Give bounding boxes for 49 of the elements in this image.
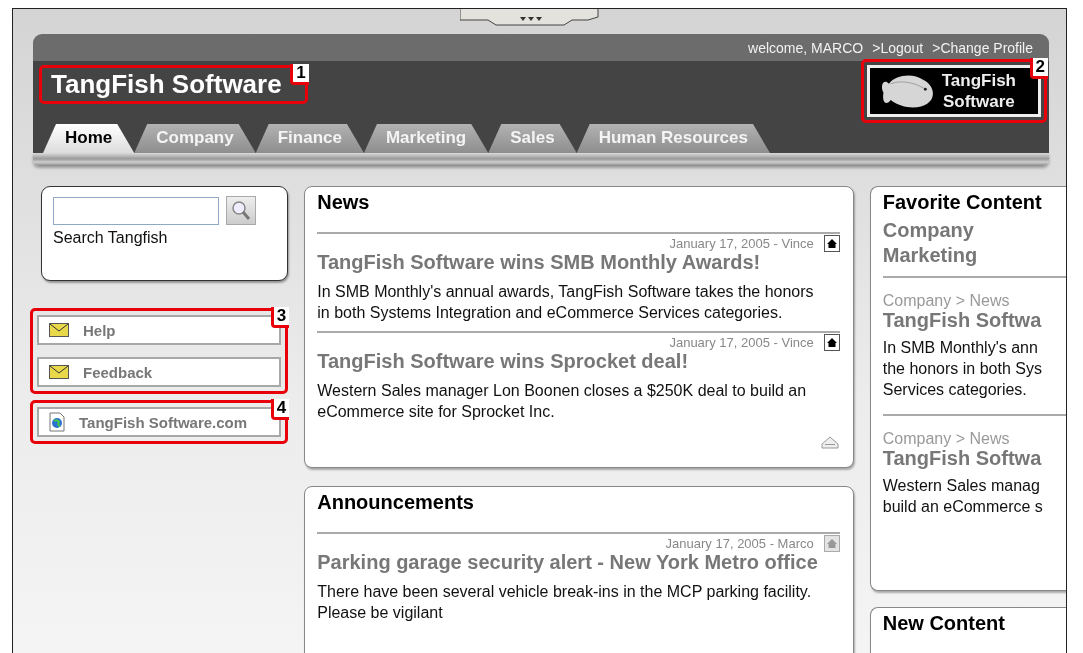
nav-tab[interactable]: Marketing	[363, 124, 489, 153]
panel-title: Announcements	[317, 491, 474, 514]
post-body: Western Sales manag build an eCommerce s	[882, 476, 1044, 517]
nav-tab[interactable]: Home	[43, 124, 135, 153]
post-headline[interactable]: TangFish Softwa	[882, 309, 1066, 332]
envelope-icon	[49, 365, 69, 379]
breadcrumb: Company > News	[882, 292, 1011, 310]
search-button[interactable]	[226, 196, 256, 225]
post-body: Western Sales manager Lon Boonen closes a $250K deal to build an eCommerce site for Sprocket Inc.	[317, 381, 808, 422]
post-meta: January 17, 2005 - Vince	[669, 335, 814, 350]
category-link[interactable]: Marketing	[882, 243, 1066, 268]
post-headline[interactable]: TangFish Softwa	[882, 447, 1066, 470]
post-meta: January 17, 2005 - Marco	[665, 536, 814, 551]
callout-number: 4	[270, 399, 290, 420]
nav-tab[interactable]: Sales	[488, 124, 577, 153]
collapse-handle[interactable]	[460, 9, 600, 27]
nav-tab[interactable]: Company	[134, 124, 256, 153]
home-icon[interactable]	[823, 235, 840, 252]
panel-title: New Content	[882, 612, 1005, 635]
post-meta: January 17, 2005 - Vince	[669, 236, 814, 251]
nav-tab[interactable]: Finance	[255, 124, 364, 153]
profile-link[interactable]: >Logout	[872, 39, 924, 56]
welcome-text: welcome, MARCO	[748, 39, 864, 56]
breadcrumb: Company > News	[882, 430, 1011, 448]
post-body: In SMB Monthly's annual awards, TangFish Software takes the honors in both Systems Integration and eCommerce Services categories.	[317, 282, 815, 323]
panel-title: News	[317, 191, 370, 214]
post-headline[interactable]: TangFish Software wins Sprocket deal!	[317, 350, 840, 373]
callout-number: 1	[290, 64, 309, 85]
search-field[interactable]	[53, 196, 219, 225]
back-to-top-icon[interactable]	[821, 436, 839, 449]
home-icon[interactable]	[823, 334, 840, 351]
category-link[interactable]: Company	[882, 218, 1066, 243]
web-page-icon	[49, 412, 65, 432]
post-headline[interactable]: TangFish Software wins SMB Monthly Awards!	[317, 251, 840, 274]
post-headline[interactable]: Parking garage security alert - New York Metro office	[317, 551, 840, 574]
callout-number: 3	[270, 307, 290, 328]
search-label: Search Tangfish	[53, 229, 168, 247]
callout-number: 2	[1029, 58, 1048, 79]
search-icon	[232, 200, 251, 220]
fish-icon	[882, 75, 933, 108]
post-body: In SMB Monthly's ann the honors in both Sys Services categories.	[882, 338, 1043, 400]
site-title: TangFish Software	[50, 68, 283, 101]
logo-text: TangFish Software	[941, 70, 1016, 112]
sidebar-link[interactable]: Feedback	[37, 357, 282, 387]
post-body: There have been several vehicle break-ins in the MCP parking facility. Please be vigilant	[317, 582, 813, 623]
nav-tab[interactable]: Human Resources	[576, 124, 770, 153]
envelope-icon	[49, 323, 69, 337]
panel-title: Favorite Content	[882, 191, 1042, 214]
profile-link[interactable]: >Change Profile	[932, 39, 1033, 56]
